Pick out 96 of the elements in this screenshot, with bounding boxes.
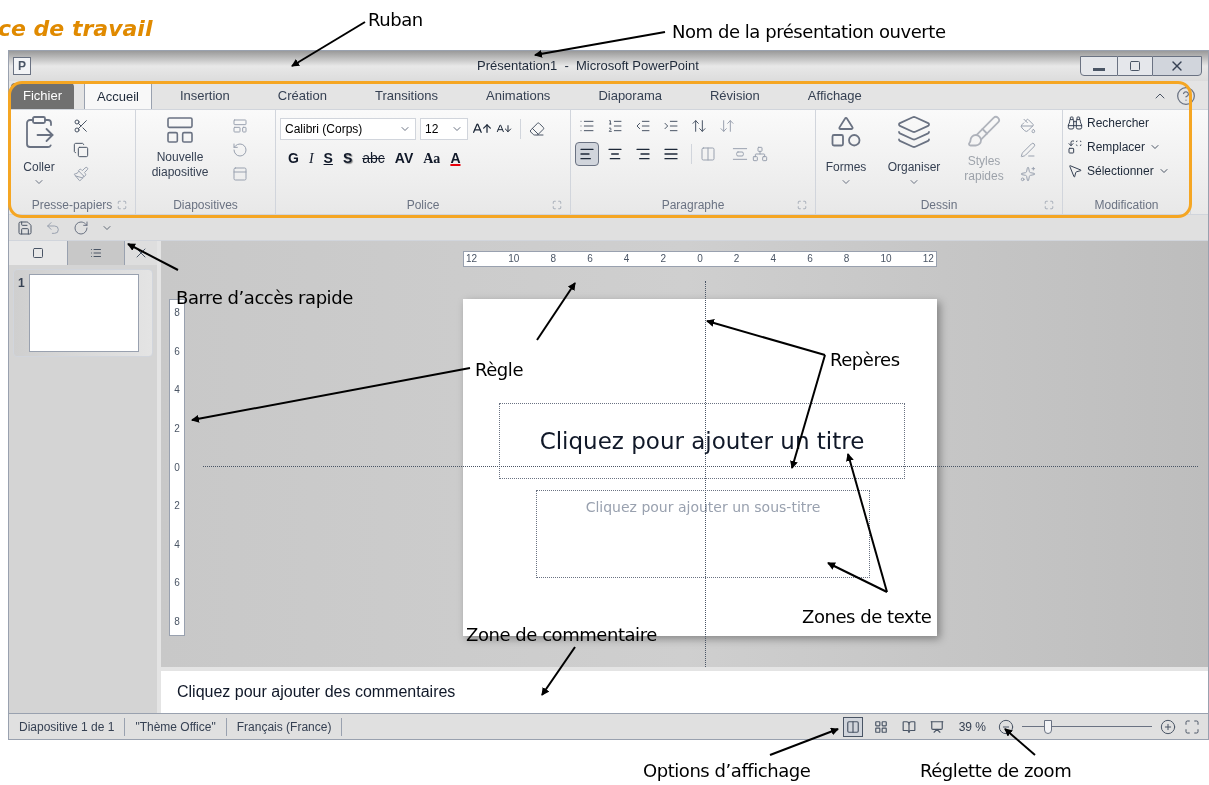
command-button[interactable]: Sélectionner <box>1067 162 1170 180</box>
indent-icon[interactable] <box>663 118 679 134</box>
layers-icon <box>896 114 932 150</box>
zoom-out-icon[interactable] <box>998 718 1014 735</box>
format-button[interactable]: S <box>342 148 353 169</box>
select-icon <box>1067 163 1083 179</box>
fit-window-icon[interactable] <box>1184 718 1200 735</box>
view-button[interactable] <box>842 716 863 737</box>
minimize-icon <box>1093 67 1105 71</box>
ribbon-tab[interactable]: Révision <box>697 83 772 109</box>
format-button[interactable]: Aa <box>423 148 441 169</box>
command-button[interactable]: Remplacer <box>1067 138 1170 156</box>
outdent-icon[interactable] <box>635 118 651 134</box>
slides-view-icon <box>32 247 44 259</box>
group-label: Diapositives <box>173 197 238 214</box>
pointer-arrow <box>1004 728 1036 756</box>
group-label: Paragraphe <box>661 197 725 214</box>
paste-button[interactable]: Coller <box>13 114 65 188</box>
close-button[interactable] <box>1152 56 1202 76</box>
zoom-in-icon[interactable] <box>1160 718 1176 735</box>
group-label: Modification <box>1094 197 1159 214</box>
ribbon-tab[interactable]: Transitions <box>362 83 451 109</box>
status-item: Diapositive 1 de 1 <box>9 717 126 736</box>
replace-icon <box>1067 139 1083 155</box>
status-item: "Thème Office" <box>125 717 227 736</box>
text-direction-icon[interactable] <box>719 118 735 134</box>
zoom-level[interactable]: 39 % <box>958 717 986 736</box>
line-spacing-icon[interactable] <box>691 118 707 134</box>
ribbon-tab[interactable]: Animations <box>474 83 563 109</box>
right-align-icon <box>635 146 651 162</box>
format-button[interactable]: A <box>450 148 461 169</box>
font-size-select[interactable]: 12 <box>420 118 468 140</box>
panel-tab[interactable] <box>9 241 67 265</box>
arrange-button[interactable]: Organiser <box>880 114 948 188</box>
file-tab[interactable]: Fichier <box>11 83 74 109</box>
pointer-arrow <box>536 282 576 341</box>
clear-format-icon[interactable] <box>529 121 545 137</box>
group-label: Presse-papiers <box>31 197 113 214</box>
outline-view-icon <box>90 247 102 259</box>
format-button[interactable]: I <box>308 148 314 169</box>
ribbon-tab[interactable]: Diaporama <box>586 83 674 109</box>
format-button[interactable]: abc <box>362 148 385 169</box>
bullets-icon[interactable] <box>579 118 595 134</box>
ribbon-tab[interactable]: Affichage <box>795 83 874 109</box>
annotation-label: Règle <box>475 358 524 382</box>
new-slide-button[interactable]: Nouvelle diapositive <box>140 114 220 182</box>
group-label: Dessin <box>920 197 958 214</box>
help-icon[interactable] <box>1176 86 1196 106</box>
zoom-slider[interactable] <box>1022 719 1152 734</box>
format-button[interactable]: G <box>288 148 299 169</box>
left-align-icon <box>579 146 595 162</box>
annotation-label: Zone de commentaire <box>466 623 657 647</box>
annotation-label: Options d’affichage <box>643 759 811 783</box>
window-title: Présentation1 - Microsoft PowerPoint <box>477 57 699 76</box>
sorter-view-icon <box>873 719 888 734</box>
brush-icon[interactable] <box>73 166 89 182</box>
smartart-icon[interactable] <box>752 146 768 162</box>
font-select[interactable]: Calibri (Corps) <box>280 118 416 140</box>
notes-pane[interactable]: Cliquez pour ajouter des commentaires <box>161 667 1208 713</box>
layout-icon[interactable] <box>232 118 248 134</box>
command-button[interactable]: Rechercher <box>1067 114 1170 132</box>
annotation-label: Zones de texte <box>802 605 932 629</box>
ribbon-tab[interactable]: Création <box>265 83 339 109</box>
scissors-icon[interactable] <box>73 118 89 134</box>
redo-icon[interactable] <box>73 219 89 236</box>
ribbon-tab[interactable]: Insertion <box>167 83 242 109</box>
maximize-button[interactable] <box>1118 56 1152 76</box>
justify-align-icon <box>663 146 679 162</box>
reading-view-icon <box>901 719 916 734</box>
minimize-button[interactable] <box>1080 56 1118 76</box>
group-label: Police <box>406 197 440 214</box>
find-icon <box>1067 115 1083 131</box>
normal-view-icon <box>845 719 860 734</box>
maximize-icon <box>1129 60 1141 72</box>
status-item: Français (France) <box>226 717 343 736</box>
align-button[interactable] <box>575 142 599 166</box>
center-align-icon <box>607 146 623 162</box>
pointer-arrow <box>769 727 839 756</box>
annotation-label: Repères <box>830 348 900 372</box>
app-icon[interactable]: P <box>13 57 31 75</box>
shapes-button[interactable]: Formes <box>820 114 872 188</box>
format-button[interactable]: AV <box>394 148 414 169</box>
slide-number: 1 <box>18 275 25 292</box>
annotation-label: Ruban <box>368 8 423 32</box>
format-button[interactable]: S <box>323 148 333 169</box>
save-icon[interactable] <box>17 219 33 236</box>
numbering-icon[interactable] <box>607 118 623 134</box>
slide-thumbnail[interactable] <box>28 274 139 352</box>
annotation-label: Nom de la présentation ouverte <box>672 20 946 44</box>
pointer-arrow <box>127 243 179 271</box>
pointer-arrow <box>541 646 576 696</box>
ribbon-tab[interactable]: Accueil <box>84 83 152 109</box>
annotation-label: Réglette de zoom <box>920 759 1072 783</box>
horizontal-ruler: 12 10 8 6 4 2 0 2 4 6 8 10 12 <box>463 251 937 267</box>
copy-icon[interactable] <box>73 142 89 158</box>
slideshow-view-icon <box>929 719 944 734</box>
